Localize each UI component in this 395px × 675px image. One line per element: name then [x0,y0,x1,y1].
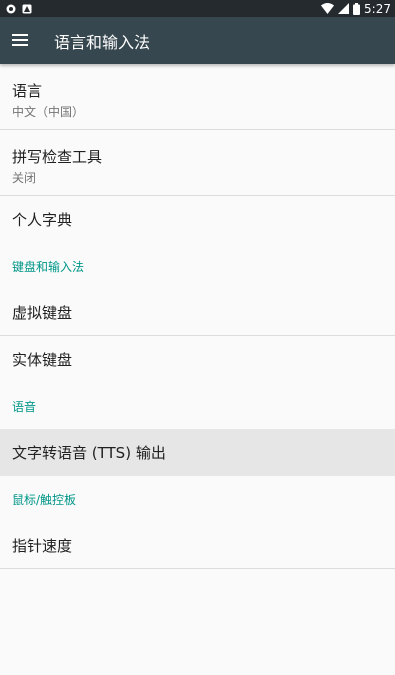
setting-item-tts-output[interactable]: 文字转语音 (TTS) 输出 [0,429,395,476]
setting-title: 指针速度 [12,536,73,555]
status-time: 5:27 [364,1,391,16]
setting-title: 拼写检查工具 [12,148,103,166]
category-header-pointer: 鼠标/触控板 [0,476,395,522]
setting-title: 文字转语音 (TTS) 输出 [12,444,166,462]
hamburger-menu-icon [12,31,28,50]
battery-icon [353,2,361,15]
setting-item-personal-dictionary[interactable]: 个人字典 [0,196,395,243]
app-notification-icon [22,4,32,14]
cell-signal-icon [338,3,350,14]
category-header-keyboard: 键盘和输入法 [0,243,395,289]
category-label: 鼠标/触控板 [12,492,77,507]
menu-button[interactable] [0,17,42,64]
category-header-speech: 语音 [0,383,395,429]
setting-summary: 中文（中国） [12,105,85,119]
setting-title: 个人字典 [12,211,73,229]
setting-item-language[interactable]: 语言 中文（中国） [0,64,395,130]
setting-summary: 关闭 [12,171,37,185]
setting-item-physical-keyboard[interactable]: 实体键盘 [0,336,395,383]
notification-icon [6,4,16,14]
app-toolbar: 语言和输入法 [0,17,395,64]
setting-title: 虚拟键盘 [12,303,73,322]
category-label: 键盘和输入法 [12,259,85,274]
setting-item-virtual-keyboard[interactable]: 虚拟键盘 [0,289,395,336]
page-title: 语言和输入法 [54,32,151,52]
setting-title: 语言 [12,82,43,100]
settings-list: 语言 中文（中国） 拼写检查工具 关闭 个人字典 键盘和输入法 虚拟键盘 实体键… [0,64,395,569]
category-label: 语音 [12,399,37,414]
setting-item-pointer-speed[interactable]: 指针速度 [0,522,395,569]
status-bar: 5:27 [0,0,395,17]
setting-item-spellcheck[interactable]: 拼写检查工具 关闭 [0,130,395,196]
setting-title: 实体键盘 [12,351,73,369]
wifi-icon [321,3,335,14]
